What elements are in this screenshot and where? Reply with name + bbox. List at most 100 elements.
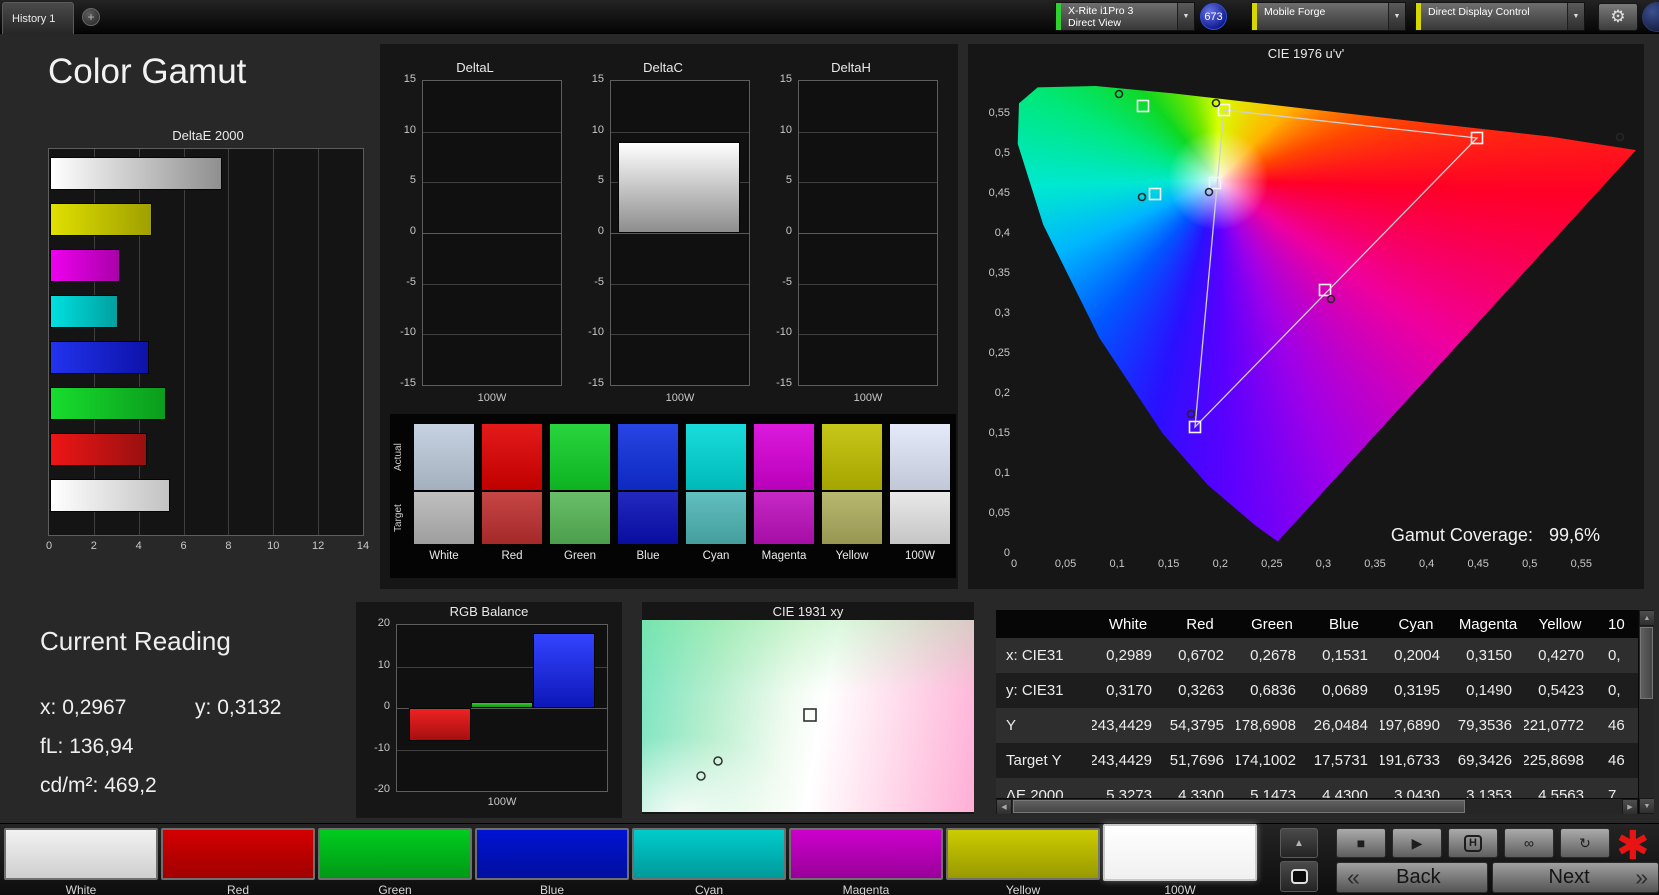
swatch-column: Magenta [754, 414, 814, 578]
deltac-chart: DeltaC 15 10 5 0 -5 -10 -15 100W [572, 58, 754, 408]
settings-button[interactable]: ⚙ [1598, 3, 1638, 31]
axis-tick-label: 14 [356, 540, 370, 552]
fl-reading: fL: 136,94 [40, 735, 133, 759]
scroll-down-icon[interactable]: ▼ [1639, 798, 1654, 814]
chevron-down-icon[interactable]: ▼ [1567, 3, 1584, 30]
axis-tick-label: 15 [779, 73, 792, 85]
gridline [183, 149, 185, 535]
deltae-plot-area [48, 148, 364, 536]
value-cell: 0,6836 [1250, 682, 1296, 699]
horizontal-scroll-thumb[interactable] [1013, 800, 1465, 813]
axis-tick-label: 0,15 [1158, 558, 1180, 570]
table-header-row: White Red Green Blue Cyan Magenta Yellow 10 [996, 610, 1654, 638]
table-vertical-scrollbar[interactable]: ▲ ▼ [1638, 610, 1654, 814]
actual-swatch-blue [618, 424, 678, 490]
measure-button[interactable]: ▶ [1392, 828, 1442, 858]
pattern-button-magenta[interactable]: Magenta [789, 826, 943, 895]
deltae-bar-red [50, 433, 148, 466]
value-cell: 69,3426 [1457, 752, 1512, 769]
measured-marker [696, 771, 706, 781]
meter-name: X-Rite i1Pro 3 [1068, 4, 1134, 17]
pattern-label: Red [226, 883, 249, 895]
value-cell: 0,1531 [1322, 647, 1368, 664]
stop-button[interactable]: ■ [1336, 828, 1386, 858]
back-button[interactable]: « Back [1336, 862, 1488, 893]
target-marker [1208, 176, 1222, 190]
next-button[interactable]: Next » [1492, 862, 1659, 893]
pattern-button-red[interactable]: Red [161, 826, 315, 895]
x-axis-label: 100W [853, 392, 883, 404]
pattern-button-blue[interactable]: Blue [475, 826, 629, 895]
continuous-button[interactable]: ∞ [1504, 828, 1554, 858]
row-label: x: CIE31 [1006, 647, 1064, 664]
scroll-right-icon[interactable]: ▶ [1622, 799, 1638, 814]
pattern-button-yellow[interactable]: Yellow [946, 826, 1100, 895]
pattern-label: Magenta [842, 883, 890, 895]
swatch-column: Green [550, 414, 610, 578]
axis-tick-label: 0,4 [1418, 558, 1435, 570]
measured-marker [1186, 409, 1196, 419]
pattern-button-cyan[interactable]: Cyan [632, 826, 786, 895]
measured-marker [1326, 294, 1336, 304]
source-dropdown[interactable]: Mobile Forge ▼ [1251, 2, 1406, 31]
value-cell: 0,6702 [1178, 647, 1224, 664]
pattern-button-white[interactable]: White [4, 826, 158, 895]
next-arrow-icon: » [1635, 864, 1648, 890]
history-tab[interactable]: History 1 [2, 2, 74, 34]
value-cell: 26,0484 [1313, 717, 1368, 734]
cie76-plot-area: Gamut Coverage: 99,6% [1014, 72, 1636, 554]
axis-tick-label: -15 [588, 377, 604, 389]
value-cell: 0,2004 [1394, 647, 1440, 664]
axis-tick-label: 0,05 [1054, 558, 1077, 570]
target-marker [1136, 99, 1150, 113]
measured-marker [1204, 187, 1214, 197]
current-reading: Current Reading x: 0,2967 y: 0,3132 fL: … [40, 626, 360, 811]
pattern-button-green[interactable]: Green [318, 826, 472, 895]
actual-swatch-yellow [822, 424, 882, 490]
back-label: Back [1396, 866, 1441, 888]
pattern-label: 100W [1164, 883, 1196, 895]
delta-bar [618, 141, 740, 233]
gridline [423, 131, 561, 133]
swatch-columns: White Red Green Blue Cyan Magenta Yellow 100W [390, 414, 956, 578]
table-horizontal-scrollbar[interactable]: ◀ ▶ [996, 798, 1638, 814]
value-cell: 0,2678 [1250, 647, 1296, 664]
chevron-down-icon[interactable]: ▼ [1177, 3, 1194, 30]
deltae-2000-chart: DeltaE 2000 0 2 4 6 8 10 12 14 [44, 126, 372, 566]
pattern-window-button[interactable]: ■ [1280, 861, 1318, 892]
axis-tick-label: 0,15 [988, 427, 1010, 440]
header-cell: Yellow [1538, 615, 1582, 633]
chevron-down-icon[interactable]: ▼ [1388, 3, 1405, 30]
row-label: Target Y [1006, 752, 1062, 769]
profile-button[interactable]: H [1448, 828, 1498, 858]
value-cell: 243,4429 [1092, 752, 1152, 769]
measured-marker [1615, 132, 1625, 142]
deltae-x-axis: 0 2 4 6 8 10 12 14 [46, 540, 369, 554]
meter-dropdown[interactable]: X-Rite i1Pro 3 Direct View ▼ [1055, 2, 1195, 31]
axis-tick-label: 2 [90, 540, 97, 552]
collapse-button[interactable]: ▲ [1280, 828, 1318, 858]
value-cell: 17,5731 [1313, 752, 1368, 769]
scroll-left-icon[interactable]: ◀ [996, 799, 1012, 814]
add-tab-button[interactable]: + [82, 8, 100, 26]
deltae-bar-white [50, 479, 170, 512]
x-axis-label: 100W [477, 392, 507, 404]
source-name: Mobile Forge [1264, 6, 1326, 18]
pattern-window-icon: ■ [1290, 869, 1308, 884]
vertical-scroll-thumb[interactable] [1640, 627, 1653, 699]
swatch-column: 100W [890, 414, 950, 578]
yellow-swatch [946, 828, 1100, 880]
axis-tick-label: 0,4 [994, 227, 1010, 240]
axis-tick-label: 0,55 [988, 107, 1010, 120]
meter-count-badge: 673 [1200, 3, 1227, 30]
refresh-button[interactable]: ↻ [1560, 828, 1610, 858]
pattern-button-100w[interactable]: 100W [1103, 824, 1257, 895]
deltae-bar-100w [50, 157, 222, 190]
value-cell: 0,3150 [1466, 647, 1512, 664]
deltae-bar-yellow [50, 203, 153, 236]
scroll-up-icon[interactable]: ▲ [1639, 610, 1654, 626]
value-cell: 0,1490 [1466, 682, 1512, 699]
value-cell: 0,3263 [1178, 682, 1224, 699]
display-control-dropdown[interactable]: Direct Display Control ▼ [1415, 2, 1585, 31]
chart-title: RGB Balance [449, 604, 529, 619]
